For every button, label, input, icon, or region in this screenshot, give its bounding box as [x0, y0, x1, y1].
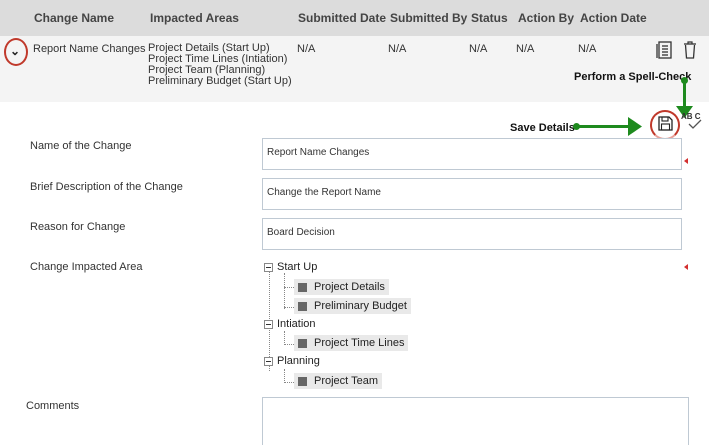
description-input[interactable]: Change the Report Name	[262, 178, 682, 210]
expand-row-button[interactable]: ⌄	[4, 38, 28, 66]
collapse-icon[interactable]	[264, 262, 273, 272]
save-details-annotation: Save Details	[510, 122, 575, 134]
tree-node-label: Planning	[277, 355, 320, 367]
required-marker	[684, 264, 688, 270]
impacted-areas-cell: Project Details (Start Up) Project Time …	[148, 43, 292, 87]
save-icon	[658, 116, 673, 131]
spell-check-annotation: Perform a Spell-Check	[574, 71, 692, 83]
tree-connector	[284, 344, 294, 345]
tree-node-start-up[interactable]: Start Up	[264, 261, 317, 273]
tree-node-label: Start Up	[277, 261, 318, 273]
tree-connector	[284, 273, 285, 309]
description-label: Brief Description of the Change	[30, 181, 183, 193]
impacted-area-item: Preliminary Budget (Start Up)	[148, 75, 292, 87]
tree-leaf-project-time-lines[interactable]: Project Time Lines	[294, 335, 409, 351]
col-change-name[interactable]: Change Name	[34, 11, 114, 25]
tree-node-intiation[interactable]: Intiation	[264, 318, 316, 330]
checkbox-icon[interactable]	[298, 376, 307, 386]
col-submitted-date[interactable]: Submitted Date	[298, 11, 386, 25]
col-status[interactable]: Status	[471, 11, 508, 25]
tree-leaf-label: Preliminary Budget	[314, 300, 407, 312]
tree-node-label: Intiation	[277, 318, 316, 330]
impacted-area-label: Change Impacted Area	[30, 261, 143, 273]
name-of-change-input[interactable]: Report Name Changes	[262, 138, 682, 170]
reason-label: Reason for Change	[30, 221, 126, 233]
col-impacted-areas[interactable]: Impacted Areas	[150, 11, 239, 25]
collapse-icon[interactable]	[264, 356, 273, 366]
trash-icon[interactable]	[683, 41, 701, 61]
tree-leaf-label: Project Team	[314, 375, 378, 387]
tree-node-planning[interactable]: Planning	[264, 355, 320, 367]
checkmark-icon	[688, 119, 702, 129]
comments-textarea[interactable]	[262, 397, 689, 445]
col-submitted-by[interactable]: Submitted By	[390, 11, 467, 25]
collapse-icon[interactable]	[264, 319, 273, 329]
tree-leaf-label: Project Details	[314, 281, 385, 293]
annotation-arrow-line	[578, 125, 630, 128]
col-action-date[interactable]: Action Date	[580, 11, 647, 25]
details-list-icon[interactable]	[656, 41, 674, 61]
table-header: Change Name Impacted Areas Submitted Dat…	[0, 0, 709, 36]
tree-connector	[284, 307, 294, 308]
tree-connector	[284, 382, 294, 383]
tree-leaf-label: Project Time Lines	[314, 337, 405, 349]
submitted-date-cell: N/A	[297, 43, 316, 55]
tree-leaf-project-team[interactable]: Project Team	[294, 373, 382, 389]
action-date-cell: N/A	[578, 43, 597, 55]
save-button[interactable]	[650, 110, 680, 140]
tree-connector	[284, 331, 285, 345]
checkbox-icon[interactable]	[298, 338, 307, 348]
comments-label: Comments	[26, 400, 80, 412]
col-action-by[interactable]: Action By	[518, 11, 574, 25]
status-cell: N/A	[469, 43, 488, 55]
tree-connector	[284, 287, 294, 288]
required-marker	[684, 158, 688, 164]
tree-leaf-preliminary-budget[interactable]: Preliminary Budget	[294, 298, 411, 314]
spell-check-button[interactable]: AB C	[681, 113, 705, 133]
tree-leaf-project-details[interactable]: Project Details	[294, 279, 389, 295]
tree-connector	[284, 369, 285, 383]
arrow-right-icon	[628, 117, 642, 136]
name-of-change-label: Name of the Change	[30, 140, 132, 152]
change-name-cell: Report Name Changes	[33, 43, 146, 55]
action-by-cell: N/A	[516, 43, 535, 55]
checkbox-icon[interactable]	[298, 301, 307, 311]
table-row: ⌄ Report Name Changes Project Details (S…	[0, 36, 709, 102]
reason-input[interactable]: Board Decision	[262, 218, 682, 250]
checkbox-icon[interactable]	[298, 282, 307, 292]
submitted-by-cell: N/A	[388, 43, 407, 55]
chevron-down-icon: ⌄	[10, 44, 21, 58]
